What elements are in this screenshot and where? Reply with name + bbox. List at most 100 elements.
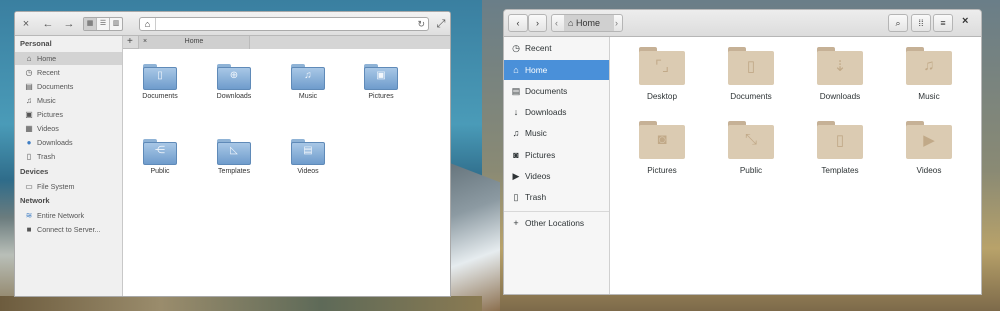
home-icon: ⌂ [568,18,574,28]
sidebar-item-pictures[interactable]: ▣ Pictures [15,108,122,121]
sidebar-heading-devices: Devices [20,167,49,176]
left-toolbar: × ← → ▦ ☰ ▥ ⌂ ↻ ⤢ [15,12,450,36]
fullscreen-icon[interactable]: ⤢ [434,17,448,31]
trash-icon: ▯ [513,192,519,202]
sidebar-item-home[interactable]: ⌂ Home [504,60,609,80]
sidebar-item-entire-network[interactable]: ≋ Entire Network [15,209,122,222]
view-switcher: ▦ ☰ ▥ [83,17,123,31]
sidebar-item-music[interactable]: ♫ Music [15,94,122,107]
close-tab-icon[interactable]: × [143,36,147,48]
close-icon[interactable]: × [19,17,33,31]
new-tab-button[interactable]: + [127,36,133,48]
forward-arrow-icon[interactable]: → [62,17,76,31]
sidebar-item-documents[interactable]: ▤ Documents [15,80,122,93]
sidebar-item-trash[interactable]: ▯ Trash [15,150,122,163]
tab-label: Home [184,38,204,45]
sidebar-item-videos[interactable]: ▶ Videos [504,166,609,186]
folder-item[interactable]: ⤡ Public [711,121,791,175]
folder-item[interactable]: ▣ Pictures [346,64,416,100]
sidebar-item-videos[interactable]: ▦ Videos [15,122,122,135]
left-folder-grid: ▯ Documents ⊕ Downloads ♫ Music ▣ Pictur… [123,50,450,296]
folder-item[interactable]: ♫ Music [889,47,969,101]
music-icon: ♫ [512,128,520,138]
folder-item[interactable]: ▯ Documents [711,47,791,101]
desktop-wallpaper-strip [0,296,482,311]
folder-public-icon: ⤡ [728,121,774,159]
view-toggle-button[interactable]: ⁞⁞ [911,14,931,32]
left-file-manager-window: × ← → ▦ ☰ ▥ ⌂ ↻ ⤢ Personal ⌂ Home ◷ Recent… [14,11,451,297]
sidebar-item-connect-server[interactable]: ■ Connect to Server... [15,223,122,236]
folder-item[interactable]: ◺ Templates [199,139,269,175]
path-home-button[interactable]: ⌂ Home [564,15,614,31]
sidebar-item-pictures[interactable]: ◙ Pictures [504,145,609,165]
folder-item[interactable]: ▶ Videos [889,121,969,175]
path-left-icon[interactable]: ‹ [555,15,558,31]
home-icon: ⌂ [513,65,519,75]
folder-item[interactable]: ⊕ Downloads [199,64,269,100]
network-icon: ≋ [25,211,33,220]
search-icon: ⌕ [895,18,901,28]
left-sidebar: Personal ⌂ Home ◷ Recent ▤ Documents ♫ Music… [15,36,123,296]
right-sidebar: ◷ Recent ⌂ Home ▤ Documents ↓ Downloads ♫ Mus… [504,37,610,294]
sidebar-heading-personal: Personal [20,39,52,48]
camera-icon: ◙ [513,150,519,160]
download-icon: ↓ [513,107,519,117]
back-button[interactable]: ‹ [508,14,528,32]
grid-view-icon[interactable]: ▦ [84,18,97,30]
clock-icon: ◷ [25,68,33,77]
search-button[interactable]: ⌕ [888,14,908,32]
grid-icon: ⁞⁞ [918,18,924,28]
folder-downloads-icon: ⊕ [217,64,251,90]
home-icon[interactable]: ⌂ [140,18,156,30]
folder-item[interactable]: ♫ Music [273,64,343,100]
home-icon: ⌂ [26,54,32,63]
right-headerbar: ‹ › ‹ ⌂ Home › ⌕ ⁞⁞ ≡ × [504,10,981,37]
back-arrow-icon[interactable]: ← [41,17,55,31]
forward-button[interactable]: › [528,14,547,32]
sidebar-item-recent[interactable]: ◷ Recent [15,66,122,79]
folder-item[interactable]: ▯ Templates [800,121,880,175]
folder-public-icon: ⋲ [143,139,177,165]
sidebar-item-documents[interactable]: ▤ Documents [504,81,609,101]
sidebar-separator [504,211,609,212]
picture-icon: ▣ [25,110,33,119]
folder-videos-icon: ▤ [291,139,325,165]
path-right-icon[interactable]: › [615,15,618,31]
sidebar-heading-network: Network [20,196,50,205]
folder-item[interactable]: ⇣ Downloads [800,47,880,101]
column-view-icon[interactable]: ▥ [110,18,122,30]
sidebar-item-trash[interactable]: ▯ Trash [504,187,609,207]
folder-item[interactable]: ◙ Pictures [622,121,702,175]
folder-documents-icon: ▯ [728,47,774,85]
sidebar-item-downloads[interactable]: ↓ Downloads [504,102,609,122]
server-icon: ■ [26,225,32,234]
tab-bar: + × Home [123,36,450,49]
folder-item[interactable]: ⌜⌟ Desktop [622,47,702,101]
menu-button[interactable]: ≡ [933,14,953,32]
sidebar-item-music[interactable]: ♫ Music [504,123,609,143]
right-file-manager-window: ‹ › ‹ ⌂ Home › ⌕ ⁞⁞ ≡ × ◷ Recent ⌂ Home ▤ D… [503,9,982,295]
tab-home[interactable]: × Home [138,36,250,49]
folder-item[interactable]: ⋲ Public [125,139,195,175]
sidebar-item-recent[interactable]: ◷ Recent [504,38,609,58]
plus-icon: + [513,218,519,228]
folder-downloads-icon: ⇣ [817,47,863,85]
document-icon: ▤ [511,86,521,96]
sidebar-item-home[interactable]: ⌂ Home [15,52,122,65]
document-icon: ▤ [25,82,33,91]
clock-icon: ◷ [512,43,520,53]
sidebar-item-downloads[interactable]: ● Downloads [15,136,122,149]
trash-icon: ▯ [26,152,32,161]
reload-icon[interactable]: ↻ [417,18,425,30]
folder-item[interactable]: ▤ Videos [273,139,343,175]
drive-icon: ▭ [25,182,33,191]
sidebar-item-file-system[interactable]: ▭ File System [15,180,122,193]
folder-templates-icon: ▯ [817,121,863,159]
folder-pictures-icon: ▣ [364,64,398,90]
location-bar[interactable]: ⌂ ↻ [139,17,429,31]
folder-item[interactable]: ▯ Documents [125,64,195,100]
close-icon[interactable]: × [962,15,968,27]
list-view-icon[interactable]: ☰ [97,18,110,30]
right-folder-grid: ⌜⌟ Desktop ▯ Documents ⇣ Downloads ♫ Mus… [610,37,981,294]
sidebar-item-other-locations[interactable]: + Other Locations [504,213,609,233]
